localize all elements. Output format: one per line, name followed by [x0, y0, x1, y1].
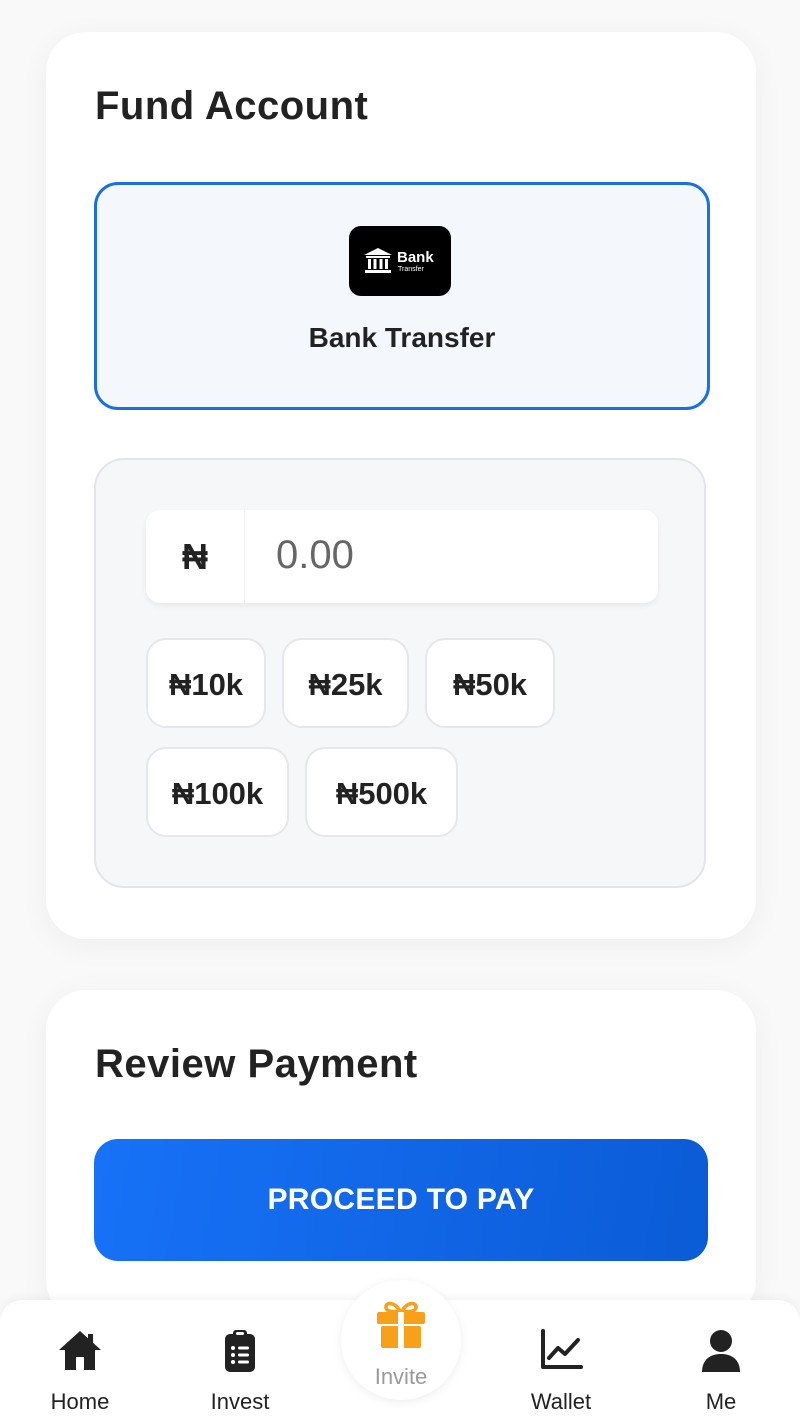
- amount-input[interactable]: ₦ 0.00: [146, 510, 658, 603]
- proceed-to-pay-button[interactable]: PROCEED TO PAY: [94, 1139, 708, 1261]
- bank-transfer-logo: Bank Transfer: [349, 226, 451, 296]
- quick-amount-25k[interactable]: ₦25k: [282, 638, 409, 728]
- nav-invest[interactable]: Invest: [180, 1300, 300, 1427]
- review-payment-card: Review Payment PROCEED TO PAY: [46, 990, 756, 1320]
- user-icon: [702, 1330, 740, 1372]
- nav-wallet-label: Wallet: [530, 1389, 592, 1414]
- currency-symbol: ₦: [146, 510, 245, 603]
- clipboard-icon: [225, 1330, 255, 1372]
- quick-amount-500k[interactable]: ₦500k: [305, 747, 458, 837]
- fund-account-card: Fund Account Bank Transfer Bank Transfer…: [46, 32, 756, 939]
- quick-amount-100k[interactable]: ₦100k: [146, 747, 289, 837]
- bank-logo-text: Bank: [397, 249, 434, 266]
- quick-amount-50k[interactable]: ₦50k: [425, 638, 555, 728]
- quick-amount-10k[interactable]: ₦10k: [146, 638, 266, 728]
- review-payment-title: Review Payment: [95, 1042, 418, 1086]
- nav-invite[interactable]: Invite: [341, 1280, 461, 1400]
- payment-method-label: Bank Transfer: [308, 322, 496, 353]
- amount-value[interactable]: 0.00: [276, 510, 354, 603]
- fund-account-title: Fund Account: [95, 84, 369, 128]
- bank-icon: [364, 248, 392, 273]
- bank-logo-subtext: Transfer: [398, 266, 424, 273]
- nav-home[interactable]: Home: [20, 1300, 140, 1427]
- nav-home-label: Home: [50, 1389, 110, 1414]
- nav-invite-label: Invite: [374, 1364, 428, 1389]
- nav-me[interactable]: Me: [661, 1300, 781, 1427]
- nav-wallet[interactable]: Wallet: [501, 1300, 621, 1427]
- bank-transfer-option[interactable]: Bank Transfer Bank Transfer: [94, 182, 710, 410]
- nav-me-label: Me: [705, 1389, 737, 1414]
- amount-panel: ₦ 0.00 ₦10k ₦25k ₦50k ₦100k ₦500k: [94, 458, 706, 888]
- home-icon: [59, 1331, 101, 1370]
- gift-icon: [377, 1301, 425, 1348]
- chart-line-icon: [541, 1329, 583, 1369]
- nav-invest-label: Invest: [210, 1389, 270, 1414]
